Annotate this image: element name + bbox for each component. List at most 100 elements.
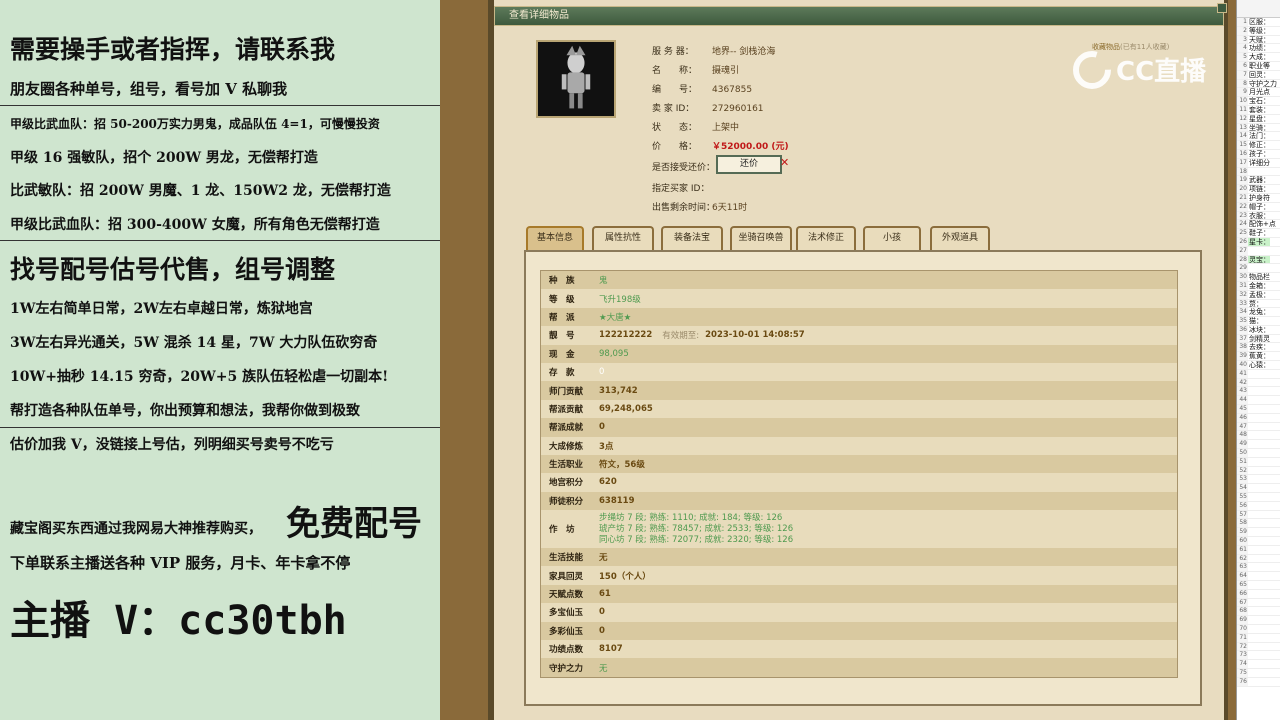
sheet-cell[interactable]: [1248, 572, 1249, 580]
tab-attributes[interactable]: 属性抗性: [592, 226, 654, 250]
sheet-cell[interactable]: 孟极：: [1248, 291, 1270, 299]
sheet-row[interactable]: 32 孟极：: [1237, 290, 1280, 300]
sheet-cell[interactable]: [1248, 440, 1249, 448]
tab-spell-modifiers[interactable]: 法术修正: [796, 226, 856, 250]
sheet-row[interactable]: 60: [1237, 537, 1280, 546]
sheet-row[interactable]: 23 衣服：: [1237, 211, 1280, 221]
sheet-cell[interactable]: 孩子：: [1248, 150, 1270, 158]
sheet-cell[interactable]: 天赋：: [1248, 36, 1270, 44]
sheet-row[interactable]: 14 法门：: [1237, 132, 1280, 142]
sheet-cell[interactable]: [1248, 660, 1249, 668]
sheet-cell[interactable]: 宝石：: [1248, 97, 1270, 105]
sheet-row[interactable]: 30 物品栏: [1237, 273, 1280, 282]
sheet-cell[interactable]: 回灵：: [1248, 71, 1270, 79]
sheet-cell[interactable]: 套装：: [1248, 106, 1270, 114]
sheet-row[interactable]: 8 守护之力: [1237, 79, 1280, 89]
sheet-row[interactable]: 42: [1237, 378, 1280, 388]
sheet-row[interactable]: 38 去疾：: [1237, 343, 1280, 353]
sheet-row[interactable]: 20 项链：: [1237, 185, 1280, 194]
sheet-row[interactable]: 34 龙兔：: [1237, 308, 1280, 318]
sheet-cell[interactable]: 等级：: [1248, 27, 1270, 35]
sheet-row[interactable]: 52: [1237, 466, 1280, 476]
sheet-cell[interactable]: [1248, 502, 1249, 510]
sheet-cell[interactable]: [1248, 528, 1249, 536]
sheet-row[interactable]: 5 大成：: [1237, 53, 1280, 62]
tab-mounts-pets[interactable]: 坐骑召唤兽: [730, 226, 792, 250]
sheet-cell[interactable]: [1248, 643, 1249, 651]
sheet-row[interactable]: 40 心猿：: [1237, 361, 1280, 370]
sheet-cell[interactable]: [1248, 264, 1249, 272]
sheet-row[interactable]: 24 配饰+点: [1237, 220, 1280, 230]
sheet-cell[interactable]: 武器：: [1248, 176, 1270, 184]
sheet-row[interactable]: 7 回灵：: [1237, 70, 1280, 80]
sheet-row[interactable]: 50: [1237, 449, 1280, 458]
sheet-row[interactable]: 39 蕉黄：: [1237, 352, 1280, 362]
sheet-row[interactable]: 59: [1237, 528, 1280, 538]
sheet-cell[interactable]: 蕉黄：: [1248, 352, 1270, 360]
sheet-cell[interactable]: 月光点: [1248, 88, 1270, 96]
counter-offer-button[interactable]: 还价: [716, 155, 782, 174]
sheet-row[interactable]: 25 鞋子：: [1237, 229, 1280, 238]
tab-appearance[interactable]: 外观道具: [930, 226, 990, 250]
sheet-cell[interactable]: [1248, 405, 1249, 413]
sheet-row[interactable]: 75: [1237, 668, 1280, 678]
sheet-row[interactable]: 15 修正：: [1237, 141, 1280, 150]
sheet-cell[interactable]: [1248, 414, 1249, 422]
sheet-cell[interactable]: [1248, 669, 1249, 677]
sheet-cell[interactable]: 帽子：: [1248, 203, 1270, 211]
sheet-cell[interactable]: [1248, 247, 1249, 255]
sheet-row[interactable]: 27: [1237, 246, 1280, 256]
sheet-cell[interactable]: 金箱：: [1248, 282, 1270, 290]
sheet-cell[interactable]: 赘：: [1248, 300, 1263, 308]
sheet-cell[interactable]: [1248, 511, 1249, 519]
sheet-row[interactable]: 37 剑精灵: [1237, 334, 1280, 344]
sheet-row[interactable]: 57: [1237, 510, 1280, 520]
sheet-row[interactable]: 10 宝石：: [1237, 97, 1280, 106]
sheet-row[interactable]: 46: [1237, 413, 1280, 423]
sheet-row[interactable]: 63: [1237, 563, 1280, 573]
sheet-row[interactable]: 43: [1237, 387, 1280, 397]
sheet-cell[interactable]: [1248, 387, 1249, 395]
sheet-row[interactable]: 69: [1237, 616, 1280, 625]
sheet-cell[interactable]: 法门：: [1248, 132, 1270, 140]
sheet-row[interactable]: 64: [1237, 572, 1280, 581]
sheet-cell[interactable]: 坐骑：: [1248, 124, 1270, 132]
sheet-cell[interactable]: 灵宝：: [1248, 255, 1270, 264]
sheet-cell[interactable]: 冰块：: [1248, 326, 1270, 334]
sheet-row[interactable]: 33 赘：: [1237, 299, 1280, 309]
sheet-row[interactable]: 68: [1237, 607, 1280, 617]
sheet-cell[interactable]: 守护之力: [1248, 80, 1277, 88]
sheet-cell[interactable]: [1248, 449, 1249, 457]
sheet-cell[interactable]: 详细分: [1248, 159, 1270, 167]
sheet-cell[interactable]: 物品栏: [1248, 273, 1270, 281]
sheet-row[interactable]: 49: [1237, 440, 1280, 450]
sheet-cell[interactable]: 星卡：: [1248, 237, 1270, 246]
sheet-row[interactable]: 2 等级：: [1237, 26, 1280, 36]
sheet-cell[interactable]: [1248, 370, 1249, 378]
sheet-row[interactable]: 13 坐骑：: [1237, 123, 1280, 133]
sheet-cell[interactable]: [1248, 678, 1249, 686]
sheet-cell[interactable]: [1248, 493, 1249, 501]
sheet-row[interactable]: 73: [1237, 651, 1280, 661]
sheet-row[interactable]: 3 天赋：: [1237, 35, 1280, 45]
sheet-row[interactable]: 4 功绩：: [1237, 44, 1280, 54]
sheet-row[interactable]: 61: [1237, 545, 1280, 555]
sheet-cell[interactable]: [1248, 651, 1249, 659]
close-icon[interactable]: ✕: [780, 156, 789, 169]
sheet-cell[interactable]: [1248, 396, 1249, 404]
sheet-cell[interactable]: 猫：: [1248, 317, 1263, 325]
sheet-row[interactable]: 22 帽子：: [1237, 202, 1280, 212]
tab-child[interactable]: 小孩: [863, 226, 921, 250]
sheet-cell[interactable]: [1248, 168, 1249, 176]
sheet-row[interactable]: 31 金箱：: [1237, 281, 1280, 291]
sheet-row[interactable]: 18: [1237, 167, 1280, 177]
sheet-row[interactable]: 45: [1237, 405, 1280, 414]
sheet-cell[interactable]: 区服：: [1248, 18, 1270, 26]
sheet-row[interactable]: 6 职业等: [1237, 61, 1280, 71]
sheet-row[interactable]: 55: [1237, 493, 1280, 502]
sheet-cell[interactable]: [1248, 467, 1249, 475]
sheet-row[interactable]: 19 武器：: [1237, 176, 1280, 186]
sheet-row[interactable]: 28 灵宝：: [1237, 255, 1280, 265]
sheet-row[interactable]: 74: [1237, 660, 1280, 669]
sheet-cell[interactable]: 大成：: [1248, 53, 1270, 61]
